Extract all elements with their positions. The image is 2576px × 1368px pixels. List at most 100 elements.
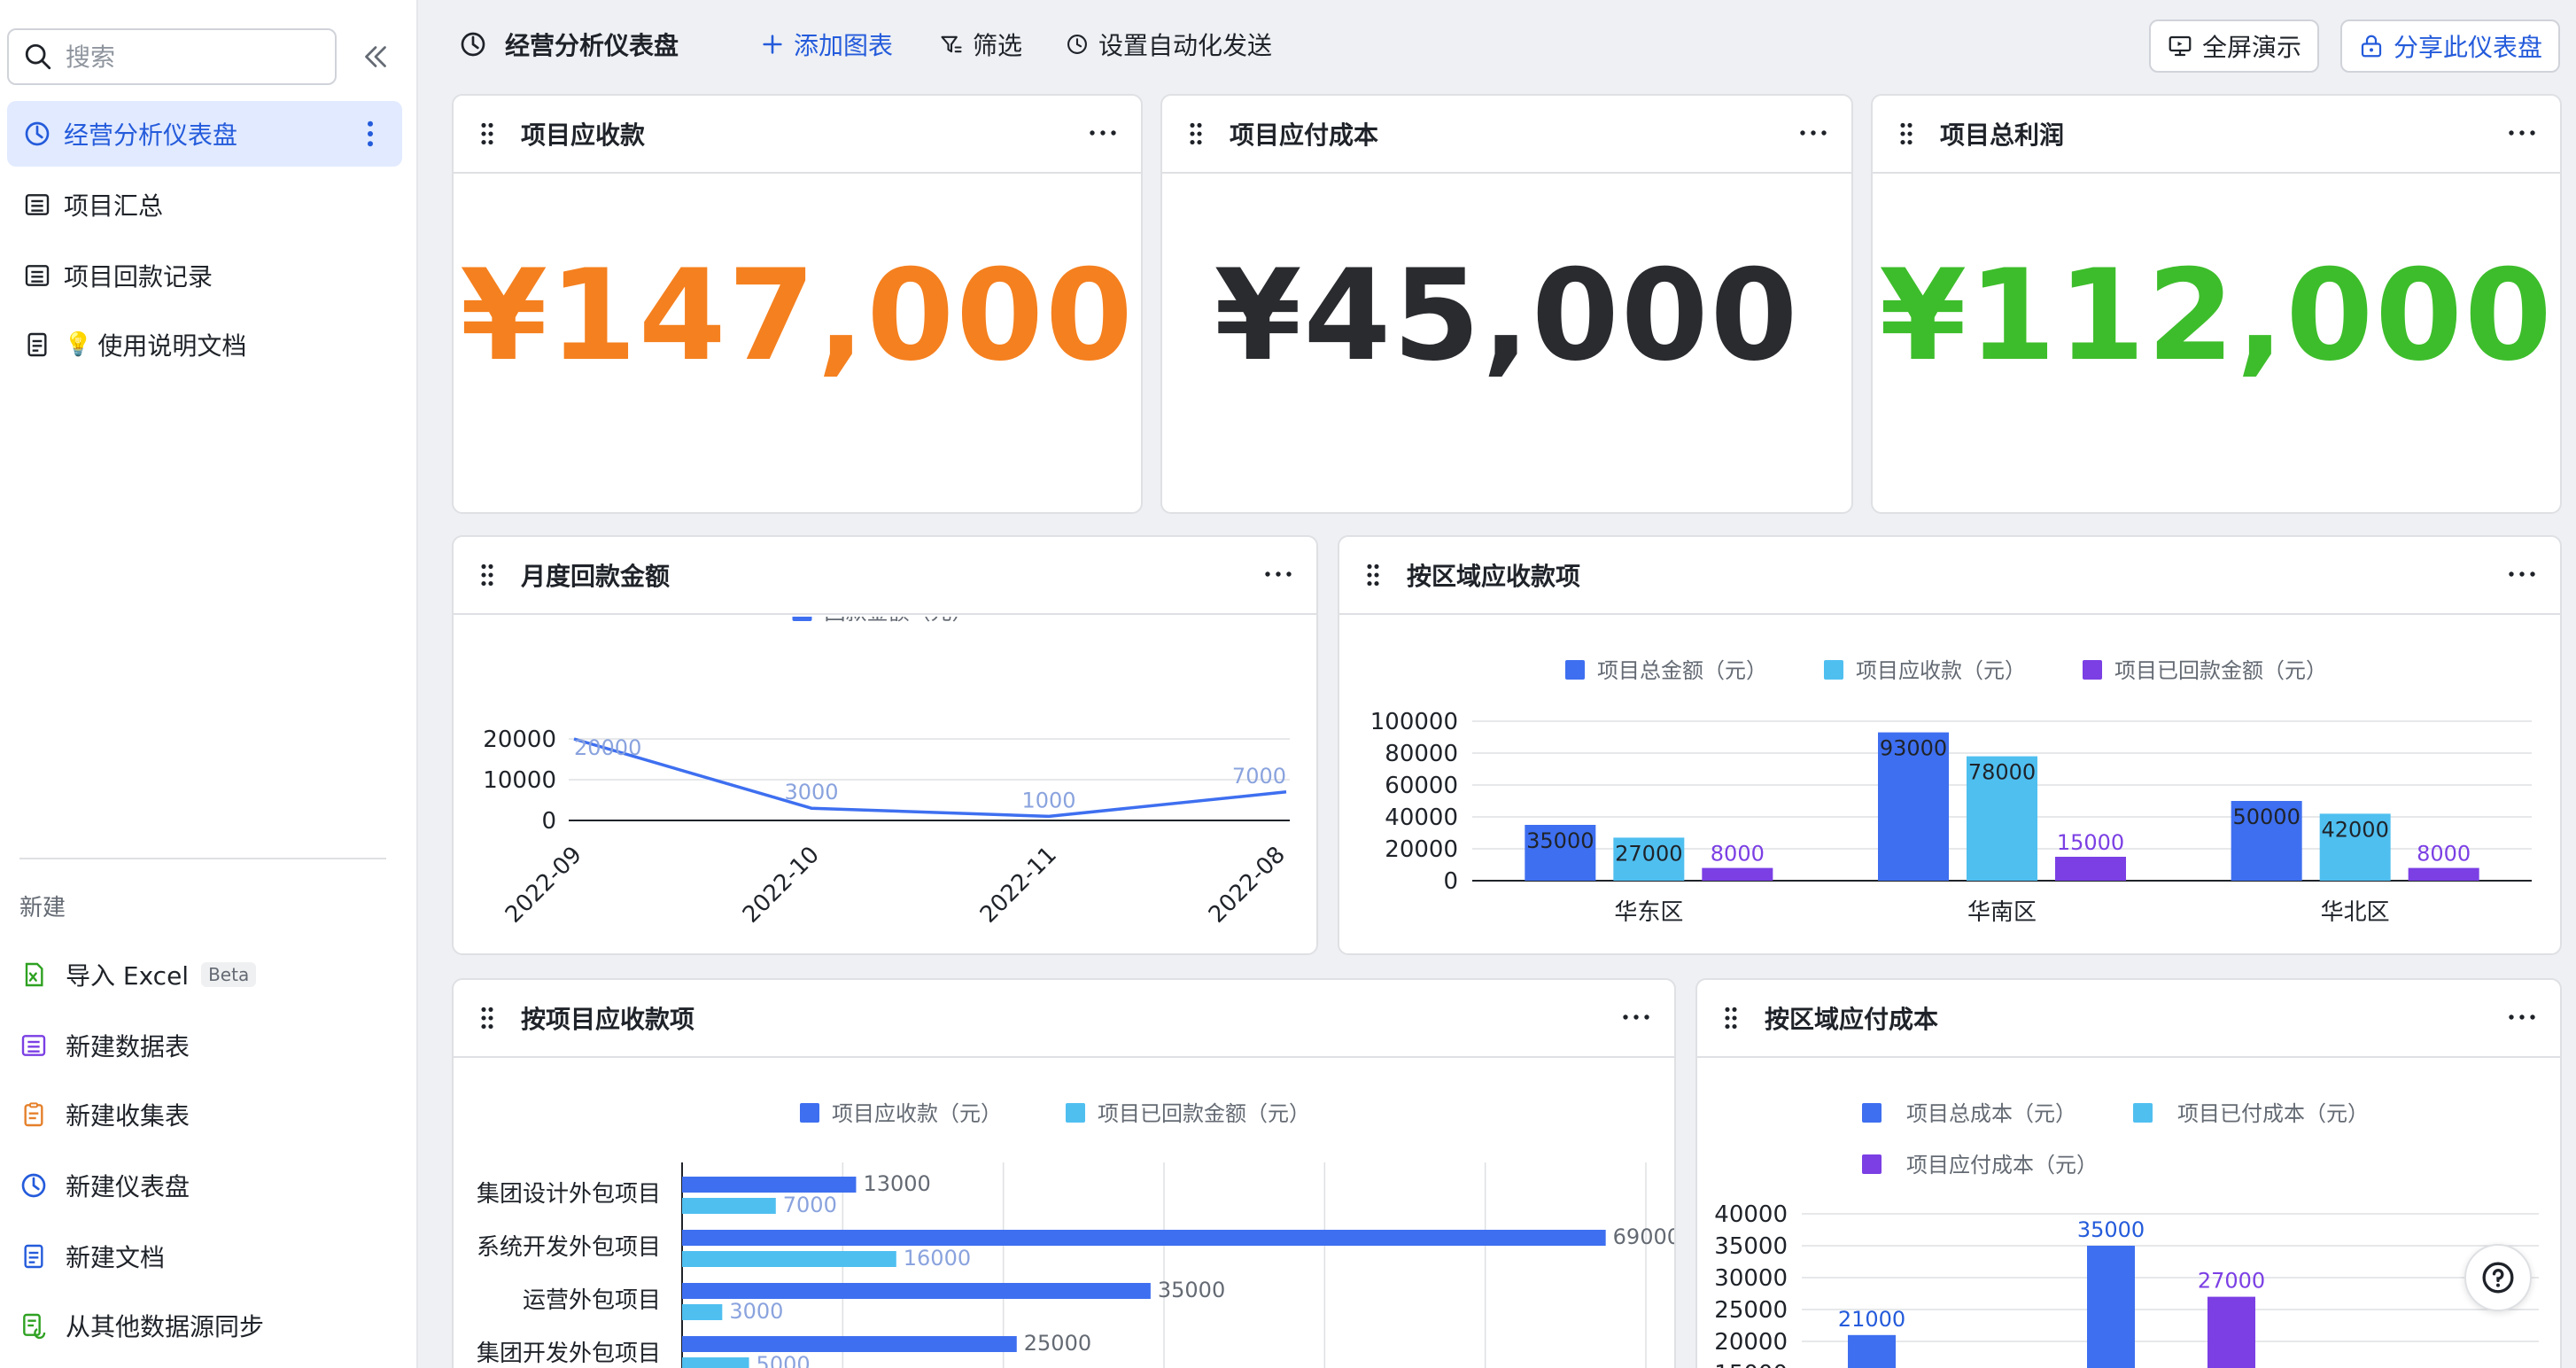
legend-label: 项目总成本（元） (1906, 1101, 2076, 1126)
sidebar-item-project-summary[interactable]: 项目汇总 (7, 172, 402, 237)
new-table-button[interactable]: 新建数据表 (19, 1022, 190, 1069)
dashboard-icon (25, 121, 50, 146)
chart-card-region-receivable[interactable]: 按区域应收款项 项目总金额（元） 项目应收款（元） 项目已回款金额（元） 0 20000… (1338, 535, 2562, 955)
import-excel-label: 导入 Excel (66, 961, 190, 991)
add-chart-button[interactable]: 添加图表 (760, 27, 893, 62)
new-doc-button[interactable]: 新建文档 (19, 1233, 165, 1279)
filter-icon (941, 35, 962, 53)
legend-label: 项目应收款（元） (1856, 658, 2026, 683)
more-horizontal-icon[interactable] (1090, 129, 1116, 136)
drag-handle-icon[interactable] (1724, 1007, 1738, 1030)
legend-swatch (1862, 1154, 1882, 1174)
card-title: 项目应收款 (521, 120, 646, 150)
x-tick-label: 2022-08 (1204, 842, 1291, 929)
document-icon (27, 332, 47, 357)
bar (682, 1336, 1017, 1352)
data-label: 7000 (783, 1193, 837, 1217)
legend-label: 项目已付成本（元） (2177, 1101, 2369, 1126)
chart-card-project-receivable[interactable]: 按项目应收款项 项目应收款（元） 项目已回款金额（元） 集团设计外包项目 13000 7… (452, 978, 1676, 1368)
lightbulb-icon: 💡 (64, 331, 93, 358)
data-label: 21000 (1838, 1307, 1905, 1332)
y-tick-label: 100000 (1370, 709, 1458, 735)
import-excel-button[interactable]: 导入 Excel Beta (19, 952, 257, 998)
drag-handle-icon[interactable] (480, 122, 494, 145)
sidebar-item-payment-records[interactable]: 项目回款记录 (7, 243, 402, 308)
more-horizontal-icon[interactable] (2509, 571, 2535, 578)
lock-icon (2361, 35, 2382, 58)
bar (682, 1304, 723, 1320)
drag-handle-icon[interactable] (1189, 122, 1203, 145)
bar (682, 1230, 1606, 1246)
search-input[interactable] (66, 42, 314, 72)
project-receivable-chart: 项目应收款（元） 项目已回款金额（元） 集团设计外包项目 13000 7000 系统开发外… (477, 1101, 1674, 1368)
help-button[interactable] (2464, 1244, 2532, 1311)
legend-swatch (1066, 1103, 1085, 1123)
kpi-value: ¥147,000 (460, 243, 1135, 389)
legend-swatch (800, 1103, 819, 1123)
kpi-label: 总应付成本 (1162, 505, 1851, 512)
card-title: 项目应付成本 (1230, 120, 1379, 150)
more-horizontal-icon[interactable] (2509, 1014, 2535, 1021)
data-label: 78000 (1968, 760, 2036, 785)
series-line (573, 737, 1287, 819)
new-form-button[interactable]: 新建收集表 (19, 1092, 190, 1138)
legend-swatch (2133, 1103, 2153, 1123)
y-tick-label: 20000 (1385, 836, 1458, 863)
more-horizontal-icon[interactable] (1265, 571, 1292, 578)
kpi-label: 总利润金额 (1873, 505, 2560, 512)
bar (2087, 1246, 2135, 1368)
drag-handle-icon[interactable] (1366, 564, 1380, 587)
new-doc-label: 新建文档 (66, 1243, 166, 1272)
y-tick-label: 系统开发外包项目 (477, 1234, 661, 1261)
kpi-card-cost[interactable]: 项目应付成本 ¥45,000 总应付成本 (1160, 94, 1853, 514)
legend-swatch (792, 617, 812, 621)
bar (2408, 867, 2479, 881)
sync-datasource-button[interactable]: 从其他数据源同步 (19, 1302, 264, 1349)
auto-send-button[interactable]: 设置自动化发送 (1065, 27, 1272, 62)
y-tick-label: 30000 (1714, 1265, 1788, 1292)
data-label: 27000 (1615, 841, 1682, 866)
collapse-sidebar-icon[interactable] (360, 41, 392, 73)
sidebar-item-dashboard[interactable]: 经营分析仪表盘 (7, 101, 402, 167)
dashboard-title-text: 经营分析仪表盘 (505, 31, 679, 60)
more-horizontal-icon[interactable] (1623, 1014, 1649, 1021)
more-vertical-icon[interactable] (367, 120, 374, 147)
fullscreen-label: 全屏演示 (2202, 33, 2302, 62)
clock-icon (1067, 35, 1087, 54)
chart-card-monthly-payment[interactable]: 月度回款金额 回款金额（元） 0 10000 20000 20000 3000 1000 70… (452, 535, 1318, 955)
more-horizontal-icon[interactable] (1800, 129, 1827, 136)
search-box[interactable] (7, 28, 337, 85)
y-tick-label: 40000 (1714, 1201, 1788, 1228)
create-section-label: 新建 (19, 895, 66, 921)
help-icon (2482, 1262, 2514, 1294)
drag-handle-icon[interactable] (480, 564, 494, 587)
legend-swatch (1824, 660, 1843, 680)
fullscreen-button[interactable]: 全屏演示 (2149, 19, 2320, 73)
sidebar-item-user-guide[interactable]: 💡 使用说明文档 (7, 312, 402, 377)
share-dashboard-button[interactable]: 分享此仪表盘 (2340, 19, 2561, 73)
auto-send-label: 设置自动化发送 (1098, 31, 1273, 60)
drag-handle-icon[interactable] (480, 1007, 494, 1030)
data-label: 8000 (1711, 842, 1765, 867)
filter-button[interactable]: 筛选 (939, 27, 1022, 62)
y-tick-label: 运营外包项目 (523, 1287, 661, 1314)
y-tick-label: 20000 (1714, 1329, 1788, 1356)
bar (682, 1198, 776, 1214)
kpi-card-receivable[interactable]: 项目应收款 ¥147,000 总应收金额 (452, 94, 1143, 514)
data-label: 93000 (1880, 736, 1947, 761)
card-title: 月度回款金额 (521, 562, 671, 591)
y-tick-label: 集团设计外包项目 (477, 1181, 661, 1208)
y-tick-label: 35000 (1714, 1233, 1788, 1260)
chart-card-region-cost[interactable]: 按区域应付成本 项目总成本（元） 项目已付成本（元） 项目应付成本（元） 15000 2… (1695, 978, 2562, 1368)
data-label: 7000 (1232, 764, 1286, 789)
more-horizontal-icon[interactable] (2509, 129, 2535, 136)
drag-handle-icon[interactable] (1899, 122, 1913, 145)
sidebar-item-label: 使用说明文档 (97, 331, 247, 361)
new-dashboard-button[interactable]: 新建仪表盘 (19, 1162, 190, 1209)
data-label: 42000 (2321, 817, 2388, 842)
table-icon (21, 1035, 46, 1056)
kpi-card-profit[interactable]: 项目总利润 ¥112,000 总利润金额 (1871, 94, 2562, 514)
legend-label: 项目已回款金额（元） (1098, 1101, 1310, 1126)
dashboard-title: 经营分析仪表盘 (459, 27, 679, 62)
x-tick-label: 2022-11 (975, 842, 1062, 929)
